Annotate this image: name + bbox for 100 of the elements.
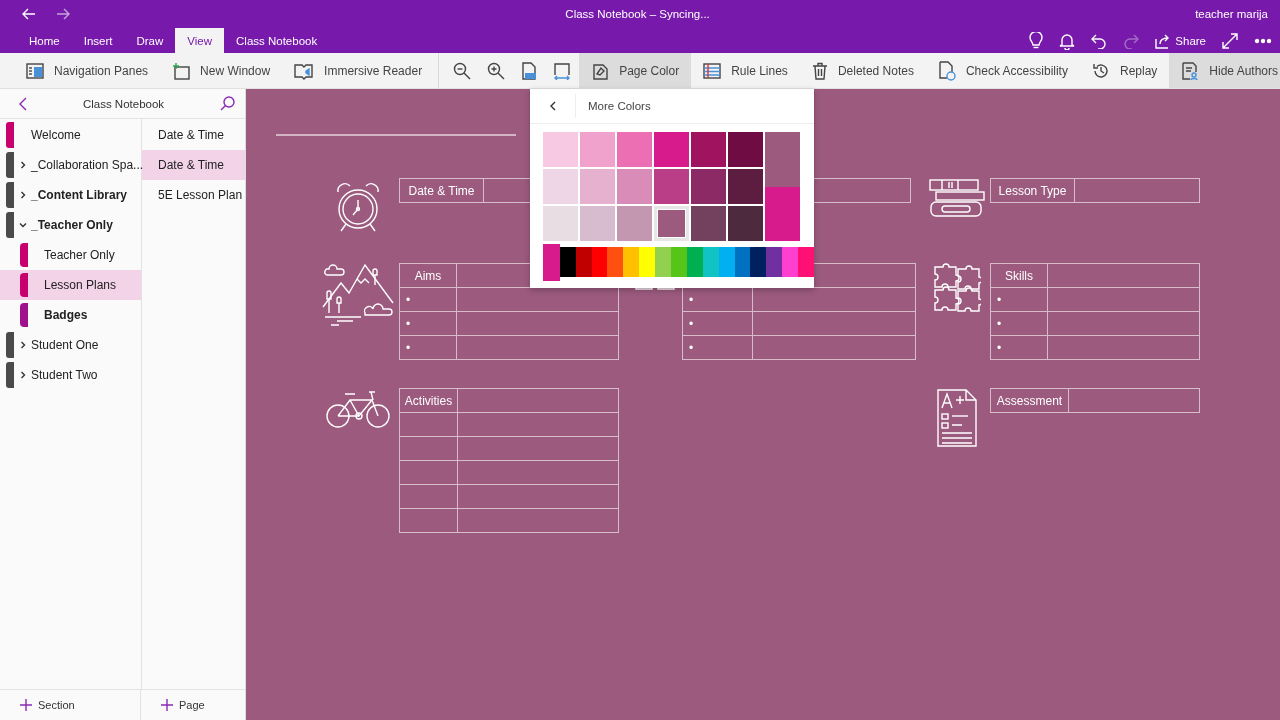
section-group[interactable]: Student Two (0, 360, 141, 390)
add-page-button[interactable]: Page (141, 690, 205, 720)
custom-color-swatch[interactable] (543, 244, 560, 281)
chevron-right-icon (18, 161, 27, 169)
section-group[interactable]: _Content Library (0, 180, 141, 210)
document-icon (935, 388, 978, 448)
hide-authors-button[interactable]: Hide Authors (1169, 53, 1280, 88)
search-button[interactable] (218, 94, 237, 113)
immersive-reader-button[interactable]: Immersive Reader (282, 53, 435, 88)
table-cell: • (991, 288, 1048, 311)
color-swatch[interactable] (728, 169, 763, 204)
color-swatch[interactable] (617, 169, 652, 204)
section-item[interactable]: Lesson Plans (0, 270, 141, 300)
section-item[interactable]: Welcome (0, 120, 141, 150)
spectrum-swatch[interactable] (639, 247, 656, 277)
color-swatch[interactable] (580, 132, 615, 167)
color-swatch[interactable] (728, 206, 763, 241)
color-swatch[interactable] (691, 132, 726, 167)
color-swatch[interactable] (654, 169, 689, 204)
add-section-button[interactable]: Section (0, 690, 141, 720)
spectrum-swatch[interactable] (607, 247, 624, 277)
table-cell: • (683, 312, 753, 335)
color-swatch[interactable] (617, 132, 652, 167)
page-zoom-icon (521, 61, 538, 80)
bicycle-icon (325, 388, 391, 430)
notebook-title: Class Notebook (81, 97, 166, 110)
color-swatch[interactable] (617, 206, 652, 241)
new-window-button[interactable]: New Window (160, 53, 283, 88)
deleted-notes-button[interactable]: Deleted Notes (799, 53, 926, 88)
books-icon (927, 178, 986, 220)
rule-lines-button[interactable]: Rule Lines (691, 53, 800, 88)
color-swatch[interactable] (543, 206, 578, 241)
page-color-button[interactable]: Page Color (579, 53, 692, 88)
share-button[interactable]: Share (1147, 28, 1214, 53)
chevron-right-icon (18, 371, 27, 379)
color-swatch[interactable] (543, 132, 578, 167)
color-swatch[interactable] (654, 132, 689, 167)
spectrum-swatch[interactable] (750, 247, 767, 277)
lightbulb-icon (1029, 31, 1044, 50)
table-cell: Date & Time (400, 179, 484, 202)
table-cell: • (683, 336, 753, 359)
table-cell: • (400, 336, 457, 359)
expand-icon (1222, 32, 1238, 49)
bell-icon (1059, 31, 1076, 50)
window-title: Class Notebook – Syncing... (564, 8, 711, 20)
table-cell: Activities (400, 389, 458, 412)
color-swatch[interactable] (580, 206, 615, 241)
navigation-panes-button[interactable]: Navigation Panes (14, 53, 161, 88)
ribbon-tab[interactable]: Home (17, 28, 72, 53)
table-cell: Assessment (991, 389, 1069, 412)
section-group[interactable]: _Teacher Only (0, 210, 141, 240)
page-width-icon (553, 61, 572, 80)
page-item[interactable]: Date & Time (142, 120, 245, 150)
color-swatch[interactable] (691, 169, 726, 204)
zoom-in-icon (487, 61, 506, 80)
spectrum-swatch[interactable] (782, 247, 799, 277)
replay-button[interactable]: Replay (1079, 53, 1170, 88)
plus-icon (161, 699, 173, 711)
spectrum-swatch[interactable] (623, 247, 640, 277)
table-cell: • (991, 312, 1048, 335)
check-accessibility-button[interactable]: Check Accessibility (925, 53, 1080, 88)
color-swatch[interactable] (728, 132, 763, 167)
book-speaker-icon (294, 61, 315, 80)
color-swatch[interactable] (691, 206, 726, 241)
accessibility-check-icon (937, 60, 956, 81)
table-cell: • (400, 288, 457, 311)
puzzle-icon (932, 263, 981, 313)
chevron-left-icon (18, 96, 27, 111)
color-swatch[interactable] (543, 169, 578, 204)
spectrum-swatch[interactable] (766, 247, 783, 277)
table-cell: Lesson Type (991, 179, 1075, 202)
ribbon-tab[interactable]: Class Notebook (224, 28, 330, 53)
user-name: teacher marija (1195, 8, 1268, 20)
trash-icon (811, 61, 828, 80)
chevron-right-icon (18, 191, 27, 199)
section-group[interactable]: _Collaboration Spa... (0, 150, 141, 180)
section-item[interactable]: Badges (0, 300, 141, 330)
undo-icon (1091, 32, 1108, 49)
ribbon-tab[interactable]: Insert (71, 28, 125, 53)
spectrum-swatch[interactable] (655, 247, 671, 277)
search-icon (220, 96, 235, 111)
spectrum-swatch[interactable] (798, 247, 814, 277)
plus-icon (20, 699, 32, 711)
table-cell: Aims (400, 264, 457, 287)
history-icon (1091, 61, 1110, 80)
panes-icon (26, 62, 44, 79)
page-item[interactable]: Date & Time (142, 150, 245, 180)
color-swatch[interactable] (580, 169, 615, 204)
back-arrow-icon (22, 8, 36, 20)
chevron-right-icon (18, 341, 27, 349)
section-item[interactable]: Teacher Only (0, 240, 141, 270)
ribbon-tab[interactable]: View (175, 28, 224, 53)
forward-arrow-icon (56, 8, 70, 20)
page-color-icon (591, 61, 610, 80)
mountains-icon (321, 263, 395, 327)
section-group[interactable]: Student One (0, 330, 141, 360)
more-icon (1254, 37, 1272, 44)
color-swatch[interactable] (654, 206, 689, 241)
page-item[interactable]: 5E Lesson Plan (142, 180, 245, 210)
ribbon-tab[interactable]: Draw (124, 28, 176, 53)
